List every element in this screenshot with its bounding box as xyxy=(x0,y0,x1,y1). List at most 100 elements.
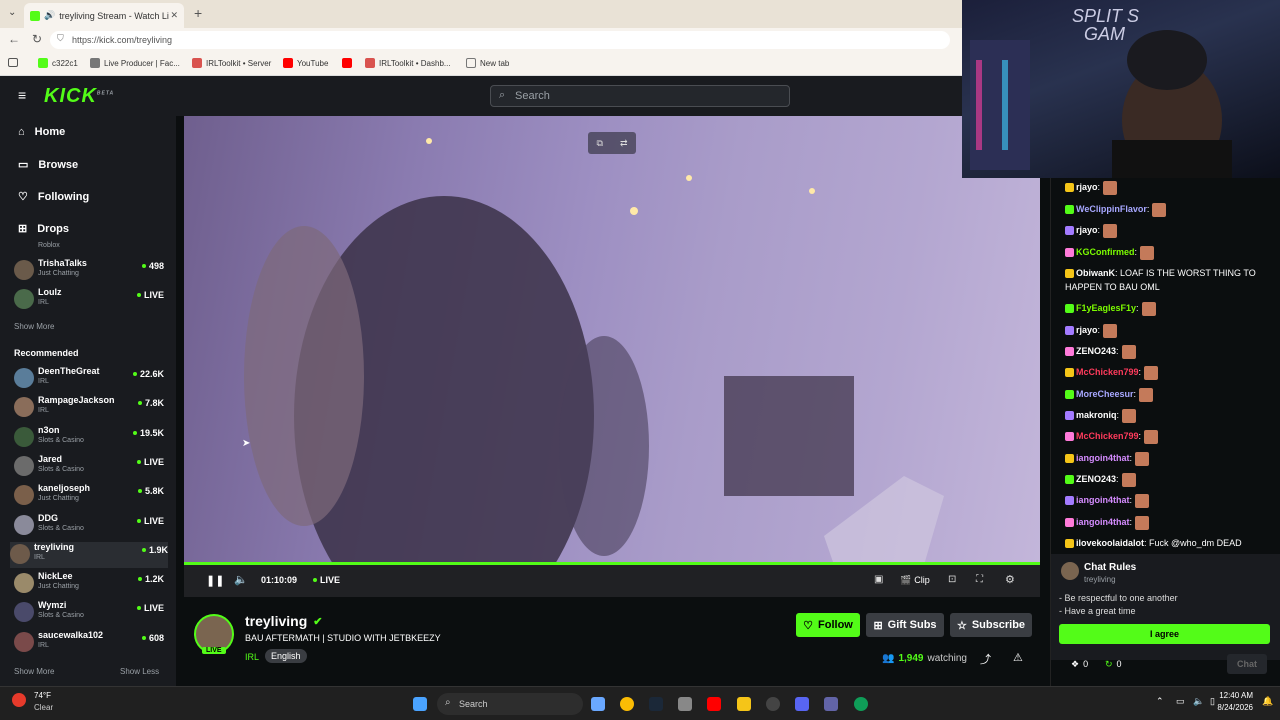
tab-menu-icon[interactable]: ⌄ xyxy=(8,7,16,18)
show-more-recommended[interactable]: Show More xyxy=(14,667,54,676)
chat-username[interactable]: F1yEaglesF1y xyxy=(1076,303,1136,313)
new-tab-icon[interactable]: + xyxy=(194,5,202,21)
screenshot-icon[interactable]: ⧉ xyxy=(597,138,603,149)
chat-username[interactable]: WeClippinFlavor xyxy=(1076,204,1147,214)
badge-icon xyxy=(1065,411,1074,421)
chat-username[interactable]: ZENO243 xyxy=(1076,346,1116,356)
following-item[interactable]: Loulz IRL LIVE xyxy=(14,287,164,313)
menu-icon[interactable]: ≡ xyxy=(18,87,26,103)
show-less-recommended[interactable]: Show Less xyxy=(120,667,159,676)
fullscreen-icon[interactable]: ⛶ xyxy=(976,574,983,585)
store-icon[interactable] xyxy=(678,697,692,711)
discord-icon[interactable] xyxy=(795,697,809,711)
4k-app-icon[interactable] xyxy=(766,697,780,711)
reload-icon[interactable]: ↻ xyxy=(32,32,42,46)
kick-logo[interactable]: KICKBETA xyxy=(44,85,114,108)
recommended-item[interactable]: DDG Slots & Casino LIVE xyxy=(14,513,164,539)
search-input[interactable]: ⌕ Search xyxy=(490,85,790,107)
nav-drops[interactable]: ⊞ Drops xyxy=(18,222,69,236)
chat-username[interactable]: rjayo xyxy=(1076,325,1098,335)
chat-username[interactable]: ilovekoolaidalot xyxy=(1076,538,1144,548)
chat-username[interactable]: makroniq xyxy=(1076,410,1117,420)
follow-button[interactable]: ♡ Follow xyxy=(796,613,860,637)
notification-icon[interactable]: 🔔 xyxy=(1262,696,1273,707)
volume-icon[interactable]: 🔈 xyxy=(234,573,248,586)
recommended-item[interactable]: Wymzi Slots & Casino LIVE xyxy=(14,600,164,626)
chat-username[interactable]: ObiwanK xyxy=(1076,268,1115,278)
bookmark-7[interactable]: New tab xyxy=(466,58,509,68)
chat-username[interactable]: iangoin4that xyxy=(1076,453,1130,463)
chat-username[interactable]: KGConfirmed xyxy=(1076,247,1135,257)
settings-gear-icon[interactable]: ⚙ xyxy=(1005,573,1015,586)
url-field[interactable]: ⛉ https://kick.com/treyliving xyxy=(50,31,950,49)
theater-icon[interactable]: ▣ xyxy=(874,574,883,585)
nav-following[interactable]: ♡ Following xyxy=(18,190,89,204)
bookmark-6[interactable]: IRLToolkit • Dashb... xyxy=(365,58,451,68)
language-tag[interactable]: English xyxy=(265,649,307,663)
speaker-icon[interactable]: 🔊 xyxy=(44,10,55,21)
youtube-icon[interactable] xyxy=(707,697,721,711)
chat-username[interactable]: rjayo xyxy=(1076,182,1098,192)
recommended-item[interactable]: Jared Slots & Casino LIVE xyxy=(14,454,164,480)
back-icon[interactable]: ← xyxy=(8,32,20,46)
bookmark-label: YouTube xyxy=(297,58,329,68)
folder-icon[interactable] xyxy=(737,697,751,711)
bookmark-1[interactable]: c322c1 xyxy=(38,58,78,68)
points-b[interactable]: ↻ 0 xyxy=(1105,659,1122,670)
recommended-item[interactable]: NickLee Just Chatting 1.2K xyxy=(14,571,164,597)
bookmark-5[interactable] xyxy=(342,58,352,68)
bookmark-2[interactable]: Live Producer | Fac... xyxy=(90,58,180,68)
clock-time[interactable]: 12:40 AM xyxy=(1213,691,1253,700)
chat-username[interactable]: rjayo xyxy=(1076,225,1098,235)
progress-track[interactable] xyxy=(184,562,1040,565)
chat-username[interactable]: iangoin4that xyxy=(1076,495,1130,505)
chat-username[interactable]: McChicken799 xyxy=(1076,431,1139,441)
recommended-item[interactable]: RampageJackson IRL 7.8K xyxy=(14,395,164,421)
send-chat-button[interactable]: Chat xyxy=(1227,654,1267,674)
copilot-icon[interactable] xyxy=(591,697,605,711)
category-link[interactable]: IRL xyxy=(245,652,259,662)
steam-icon[interactable] xyxy=(649,697,663,711)
video-player[interactable]: ⧉ ⇄ ➤ xyxy=(184,116,1040,565)
points-a[interactable]: ❖ 0 xyxy=(1071,659,1088,670)
recommended-item[interactable]: treyliving IRL 1.9K xyxy=(10,541,168,568)
recommended-item[interactable]: DeenTheGreat IRL 22.6K xyxy=(14,366,164,392)
volume-icon[interactable]: 🔈 xyxy=(1193,696,1204,707)
tray-chevron-icon[interactable]: ⌃ xyxy=(1156,696,1164,707)
channel-name[interactable]: treyliving ✔ xyxy=(245,613,322,629)
chat-username[interactable]: iangoin4that xyxy=(1076,517,1130,527)
subscribe-button[interactable]: ☆ Subscribe xyxy=(950,613,1032,637)
recommended-item[interactable]: kaneljoseph Just Chatting 5.8K xyxy=(14,483,164,509)
recommended-item[interactable]: n3on Slots & Casino 19.5K xyxy=(14,425,164,451)
gift-subs-button[interactable]: ⊞ Gift Subs xyxy=(866,613,944,637)
chat-username[interactable]: MoreCheesur xyxy=(1076,389,1134,399)
pause-icon[interactable]: ❚❚ xyxy=(206,574,224,587)
report-icon[interactable]: ⚠ xyxy=(1013,651,1023,664)
bookmark-4[interactable]: YouTube xyxy=(283,58,328,68)
share-icon[interactable]: ⤴ xyxy=(980,651,991,667)
show-more-following[interactable]: Show More xyxy=(14,322,54,331)
nav-home[interactable]: ⌂ Home xyxy=(18,126,65,138)
translate-icon[interactable]: ⇄ xyxy=(620,138,628,149)
edge-icon[interactable] xyxy=(854,697,868,711)
following-item[interactable]: Roblox xyxy=(14,238,164,252)
chat-username[interactable]: ZENO243 xyxy=(1076,474,1116,484)
chrome-icon[interactable] xyxy=(620,697,634,711)
network-icon[interactable]: ▭ xyxy=(1176,696,1185,707)
weather-icon[interactable] xyxy=(12,693,26,707)
windows-start-icon[interactable] xyxy=(413,697,427,711)
browser-tab[interactable]: 🔊 treyliving Stream - Watch Live ✕ xyxy=(24,3,184,28)
chat-username[interactable]: McChicken799 xyxy=(1076,367,1139,377)
pip-icon[interactable]: ⊡ xyxy=(948,574,956,585)
following-item[interactable]: TrishaTalks Just Chatting 498 xyxy=(14,258,164,284)
clip-button[interactable]: 🎬 Clip xyxy=(900,575,930,586)
teams-icon[interactable] xyxy=(824,697,838,711)
tab-close-icon[interactable]: ✕ xyxy=(170,10,178,21)
taskbar-search[interactable]: ⌕ Search xyxy=(437,693,583,715)
sidebar-toggle-icon[interactable] xyxy=(8,58,18,67)
weather-temp[interactable]: 74°F xyxy=(34,691,51,700)
agree-button[interactable]: I agree xyxy=(1059,624,1270,644)
bookmark-3[interactable]: IRLToolkit • Server xyxy=(192,58,271,68)
recommended-item[interactable]: saucewalka102 IRL 608 xyxy=(14,630,164,656)
nav-browse[interactable]: ▭ Browse xyxy=(18,158,78,172)
